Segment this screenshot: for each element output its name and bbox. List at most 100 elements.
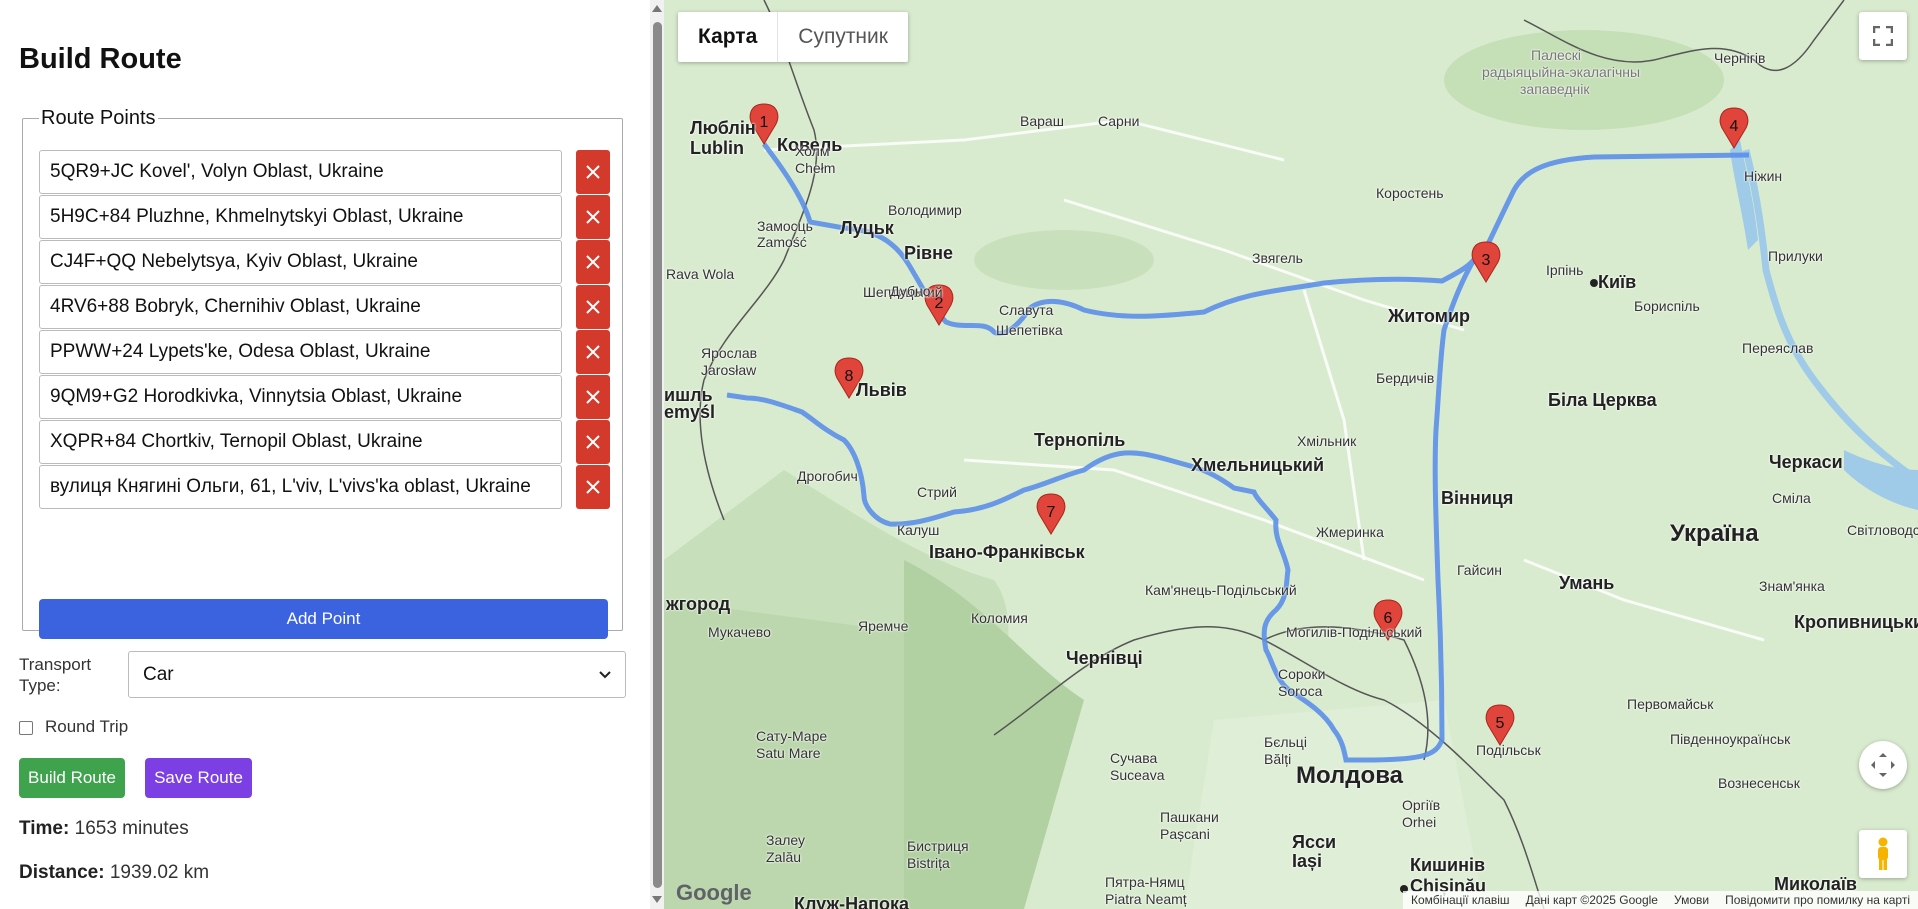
reserve-label: радыяцыйна-экалагічны <box>1482 64 1641 80</box>
route-point-input-2[interactable] <box>39 195 562 239</box>
reserve-label: запаведнік <box>1520 81 1590 97</box>
close-icon <box>586 210 600 224</box>
scroll-thumb[interactable] <box>653 22 662 888</box>
svg-text:7: 7 <box>1047 504 1056 521</box>
map-type-satellite-button[interactable]: Супутник <box>778 12 908 62</box>
route-point-row <box>39 195 610 239</box>
route-point-input-6[interactable] <box>39 375 562 419</box>
city-label: Satu Mare <box>756 745 821 761</box>
city-label: Черкаси <box>1769 452 1843 472</box>
map-camera-control[interactable] <box>1859 741 1907 789</box>
city-label: Замосць <box>757 218 813 234</box>
city-label: Мукачево <box>708 624 771 640</box>
city-label: Могилів-Подільський <box>1286 624 1423 640</box>
time-stat: Time: 1653 minutes <box>19 818 189 840</box>
route-builder-panel: Build Route Route Points 5QR9+JC Kovel',… <box>0 0 650 909</box>
remove-point-button[interactable] <box>576 330 610 374</box>
city-label: Коростень <box>1376 185 1444 201</box>
add-point-button[interactable]: Add Point <box>39 599 608 639</box>
scroll-down-arrow-icon[interactable] <box>652 896 662 903</box>
city-label: Бєльці <box>1264 734 1307 750</box>
city-label: Київ <box>1598 272 1637 292</box>
route-point-row <box>39 285 610 329</box>
scroll-up-arrow-icon[interactable] <box>652 5 662 12</box>
city-label: Луцьк <box>840 218 894 238</box>
country-label-moldova: Молдова <box>1296 762 1403 789</box>
route-point-row <box>39 375 610 419</box>
route-map[interactable]: 1 2 3 4 5 6 7 8 Ковель Луцьк Рівне Київ … <box>664 0 1918 909</box>
close-icon <box>586 480 600 494</box>
route-point-input-3[interactable] <box>39 240 562 284</box>
city-label: Кропивницький <box>1794 612 1918 632</box>
route-point-input-5[interactable] <box>39 330 562 374</box>
route-point-row <box>39 150 610 194</box>
google-logo: Google <box>676 880 752 905</box>
city-label: Chełm <box>795 160 836 176</box>
city-label: Прилуки <box>1768 248 1823 264</box>
route-point-input-8[interactable] <box>39 465 562 509</box>
transport-label-line-1: Transport <box>19 655 92 674</box>
city-label: Стрий <box>917 484 957 500</box>
city-label: Залеу <box>766 832 806 848</box>
city-label: Володимир <box>888 202 962 218</box>
city-label: Хмельницький <box>1191 455 1325 475</box>
distance-label: Distance: <box>19 862 105 883</box>
chevron-down-icon <box>599 670 611 678</box>
reserve-label: Палескі <box>1531 47 1582 63</box>
time-label: Time: <box>19 818 70 839</box>
city-label: Кам'янець-Подільський <box>1145 582 1297 598</box>
city-label: Zamość <box>757 234 807 250</box>
svg-text:5: 5 <box>1496 715 1505 732</box>
city-label: Біла Церква <box>1548 390 1657 410</box>
remove-point-button[interactable] <box>576 465 610 509</box>
city-label: Південноукраїнськ <box>1670 731 1791 747</box>
remove-point-button[interactable] <box>576 195 610 239</box>
svg-text:4: 4 <box>1730 118 1739 135</box>
map-type-map-button[interactable]: Карта <box>678 12 779 62</box>
remove-point-button[interactable] <box>576 375 610 419</box>
report-error-link[interactable]: Повідомити про помилку на карті <box>1717 893 1918 907</box>
city-label: Lublin <box>690 138 744 158</box>
city-label: Знам'янка <box>1759 578 1825 594</box>
round-trip-checkbox[interactable] <box>19 721 33 735</box>
map-data-attribution: Дані карт ©2025 Google <box>1525 893 1658 907</box>
close-icon <box>586 345 600 359</box>
remove-point-button[interactable] <box>576 150 610 194</box>
save-route-button[interactable]: Save Route <box>145 758 252 798</box>
transport-select-value: Car <box>143 663 174 685</box>
city-label: Soroca <box>1278 683 1323 699</box>
city-label: Івано-Франківськ <box>929 542 1085 562</box>
keyboard-shortcuts-link[interactable]: Комбінації клавіш <box>1403 893 1518 907</box>
route-point-input-7[interactable] <box>39 420 562 464</box>
city-label: Клуж-Напока <box>794 894 910 909</box>
close-icon <box>586 255 600 269</box>
street-view-pegman[interactable] <box>1859 830 1907 878</box>
city-label: Світловодськ <box>1847 522 1918 538</box>
panel-scrollbar[interactable] <box>650 0 664 909</box>
city-label: Хмільник <box>1297 433 1357 449</box>
city-label: Ірпінь <box>1546 262 1584 278</box>
city-label: Холм <box>795 143 830 159</box>
map-footer: Комбінації клавіш Дані карт ©2025 Google… <box>1403 891 1918 909</box>
city-label: emyśl <box>664 402 716 422</box>
remove-point-button[interactable] <box>576 240 610 284</box>
city-label: Чернівці <box>1066 648 1143 668</box>
city-label: Piatra Neamț <box>1105 891 1187 907</box>
fullscreen-button[interactable] <box>1859 12 1907 60</box>
remove-point-button[interactable] <box>576 420 610 464</box>
city-label: Pașcani <box>1160 826 1210 842</box>
city-label: Сміла <box>1772 490 1811 506</box>
terms-link[interactable]: Умови <box>1666 893 1717 907</box>
build-route-button[interactable]: Build Route <box>19 758 125 798</box>
city-label: Сучава <box>1110 750 1158 766</box>
fullscreen-icon <box>1873 26 1893 46</box>
city-label: Оргіїв <box>1402 797 1441 813</box>
city-label: Гайсин <box>1457 562 1502 578</box>
city-label: Яремче <box>858 618 909 634</box>
route-point-input-4[interactable] <box>39 285 562 329</box>
remove-point-button[interactable] <box>576 285 610 329</box>
route-points-legend: Route Points <box>41 107 156 129</box>
transport-type-select[interactable]: Car <box>128 651 626 698</box>
route-point-input-1[interactable] <box>39 150 562 194</box>
city-label: Бориспіль <box>1634 298 1700 314</box>
